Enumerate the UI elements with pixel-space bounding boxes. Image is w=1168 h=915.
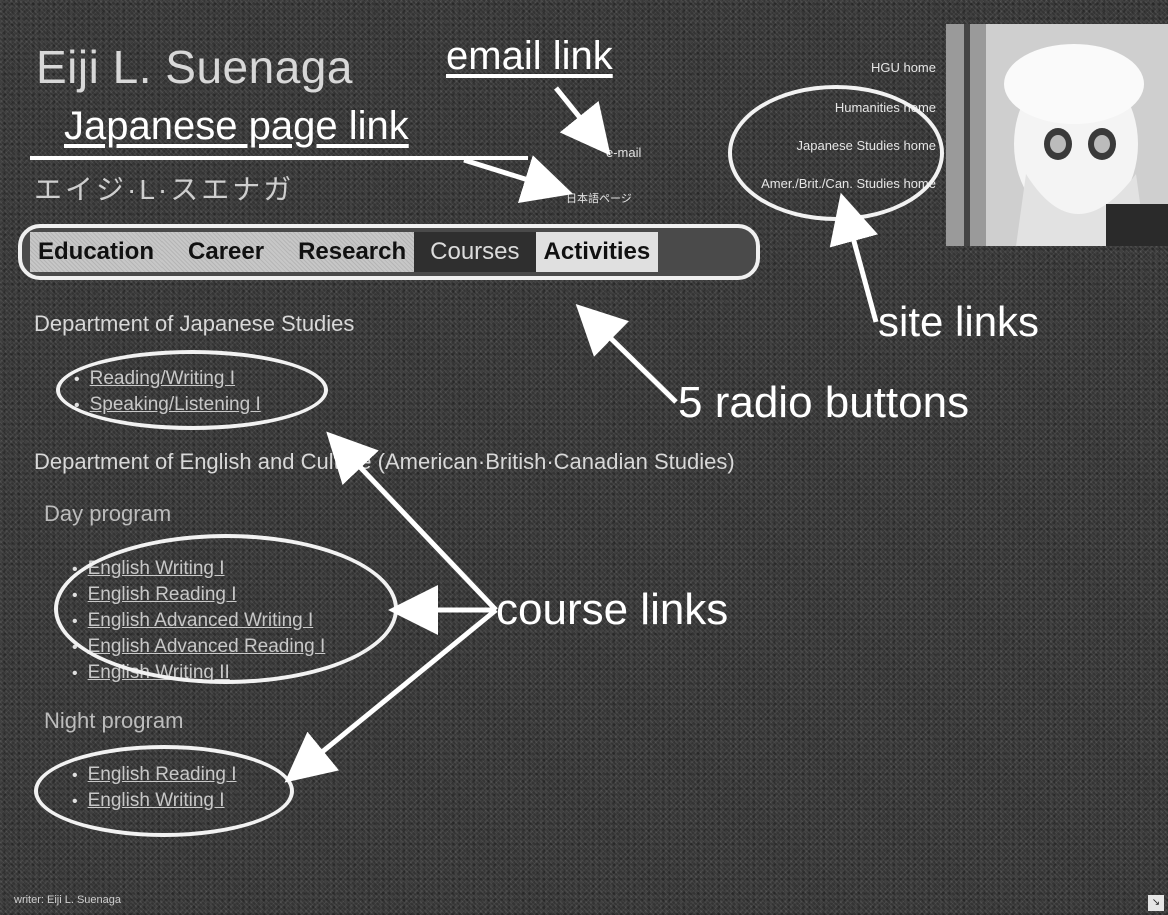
arrow-japanese-page [463, 155, 574, 203]
annotation-arrows [284, 86, 879, 783]
arrow-email [554, 86, 611, 156]
arrow-site-links [829, 192, 879, 323]
footer-writer: writer: Eiji L. Suenaga [14, 894, 121, 906]
arrow-course-night [284, 608, 498, 783]
arrow-course-japanese [326, 431, 498, 612]
resize-corner-icon: ↘ [1148, 895, 1164, 911]
arrow-radio-buttons [575, 304, 678, 404]
